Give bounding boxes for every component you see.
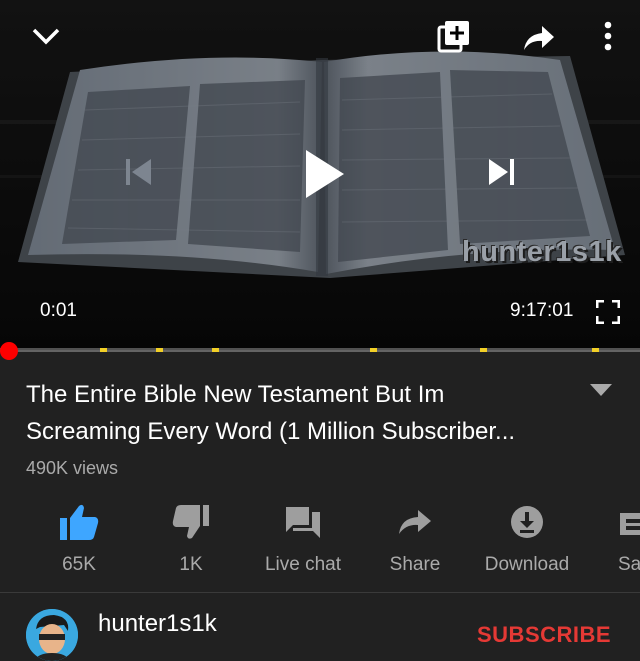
chapter-marker [592, 348, 599, 352]
like-button[interactable]: 65K [24, 500, 134, 580]
download-label: Download [484, 554, 570, 575]
avatar[interactable] [26, 609, 78, 661]
skip-next-icon[interactable] [482, 152, 522, 192]
progress-scrubber-handle[interactable] [0, 342, 18, 360]
channel-name[interactable]: hunter1s1k [98, 610, 217, 638]
share-icon [397, 502, 433, 542]
skip-previous-icon [118, 152, 158, 192]
play-icon[interactable] [298, 144, 350, 204]
expand-description-icon[interactable] [590, 384, 612, 403]
save-button[interactable]: Sa [584, 500, 640, 580]
dislike-count: 1K [179, 554, 203, 575]
chevron-down-icon[interactable] [28, 20, 64, 52]
total-duration: 9:17:01 [510, 300, 574, 321]
progress-bar[interactable] [0, 348, 640, 352]
subscribe-button[interactable]: SUBSCRIBE [477, 622, 611, 648]
dislike-button[interactable]: 1K [136, 500, 246, 580]
video-title-line-2: Screaming Every Word (1 Million Subscrib… [26, 418, 516, 445]
share-arrow-icon[interactable] [520, 22, 558, 54]
share-label: Share [389, 554, 441, 575]
video-player[interactable]: hunter1s1k 0:01 9:17:01 [0, 0, 640, 350]
share-button[interactable]: Share [360, 500, 470, 580]
video-title-line-1: The Entire Bible New Testament But Im [26, 381, 445, 408]
thumbs-down-icon [172, 502, 210, 542]
live-chat-button[interactable]: Live chat [248, 500, 358, 580]
divider [0, 592, 640, 593]
video-title[interactable]: The Entire Bible New Testament But Im Sc… [26, 376, 566, 450]
chapter-marker [156, 348, 163, 352]
channel-watermark: hunter1s1k [462, 236, 622, 268]
thumbs-up-icon [59, 502, 99, 542]
chapter-marker [212, 348, 219, 352]
download-icon [510, 502, 544, 542]
chapter-marker [100, 348, 107, 352]
download-button[interactable]: Download [472, 500, 582, 580]
save-icon [620, 502, 640, 542]
live-chat-icon [285, 502, 321, 542]
fullscreen-icon[interactable] [594, 298, 622, 326]
save-label: Sa [618, 554, 640, 575]
view-count: 490K views [26, 458, 119, 478]
add-to-playlist-icon[interactable] [436, 18, 472, 54]
like-count: 65K [62, 554, 96, 575]
chapter-marker [480, 348, 487, 352]
live-chat-label: Live chat [264, 554, 342, 575]
current-time: 0:01 [40, 300, 77, 321]
more-vertical-icon[interactable] [596, 20, 620, 52]
chapter-marker [370, 348, 377, 352]
